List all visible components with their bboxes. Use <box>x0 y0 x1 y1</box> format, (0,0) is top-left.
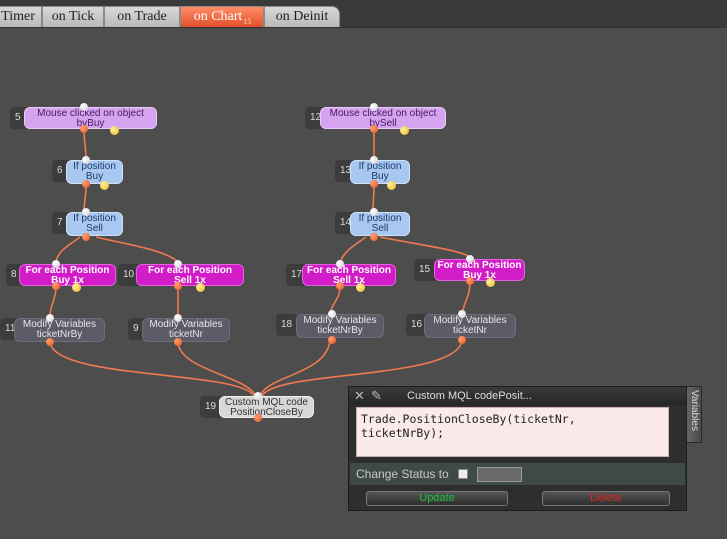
input-connector[interactable] <box>458 310 466 318</box>
false-connector[interactable] <box>196 283 205 292</box>
properties-panel: ✕ ✎ Custom MQL codePosit... Trade.Positi… <box>348 386 687 511</box>
output-connector[interactable] <box>370 180 378 188</box>
link <box>259 340 331 397</box>
output-connector[interactable] <box>80 125 88 133</box>
input-connector[interactable] <box>336 260 344 268</box>
node-box: For each Position Buy 1x <box>19 264 116 286</box>
node-sublabel: Buy <box>85 171 104 182</box>
link <box>339 236 367 263</box>
node-box: Modify Variables ticketNrBy <box>296 314 384 338</box>
output-connector[interactable] <box>370 125 378 133</box>
change-status-row: Change Status to <box>350 463 685 485</box>
node-box: For each Position Sell 1x <box>136 264 244 286</box>
link <box>379 236 471 258</box>
link <box>55 236 81 263</box>
output-connector[interactable] <box>46 338 54 346</box>
link <box>177 340 257 397</box>
node-sublabel: ticketNrBy <box>36 329 83 340</box>
node-box: For each Position Sell 1x <box>302 264 396 286</box>
output-connector[interactable] <box>174 282 182 290</box>
node-box: Custom MQL code PositionCloseBy <box>219 396 314 418</box>
change-status-input[interactable] <box>477 467 522 482</box>
input-connector[interactable] <box>466 255 474 263</box>
input-connector[interactable] <box>174 260 182 268</box>
output-connector[interactable] <box>82 180 90 188</box>
update-button[interactable]: Update <box>366 491 508 506</box>
node-sublabel: bySell <box>369 118 397 129</box>
node-box: If position Sell <box>350 212 410 236</box>
output-connector[interactable] <box>466 277 474 285</box>
change-status-label: Change Status to <box>356 467 449 481</box>
delete-button[interactable]: Delete <box>542 491 670 506</box>
false-connector[interactable] <box>100 181 109 190</box>
node-sublabel: byBuy <box>76 118 105 129</box>
node-box: Mouse clicked on object byBuy <box>24 107 157 129</box>
input-connector[interactable] <box>82 208 90 216</box>
node-box: Modify Variables ticketNr <box>142 318 230 342</box>
node-sublabel: Buy <box>371 171 389 182</box>
link <box>95 236 179 263</box>
node-sublabel: Buy 1x <box>463 270 496 281</box>
output-connector[interactable] <box>254 414 262 422</box>
output-connector[interactable] <box>52 282 60 290</box>
node-sublabel: ticketNrBy <box>317 325 363 336</box>
input-connector[interactable] <box>254 392 262 400</box>
node-sublabel: ticketNr <box>169 329 203 340</box>
input-connector[interactable] <box>46 314 54 322</box>
pin-icon[interactable]: ✎ <box>371 387 382 405</box>
false-connector[interactable] <box>400 126 409 135</box>
close-icon[interactable]: ✕ <box>354 387 365 405</box>
node-box: If position Sell <box>66 212 123 236</box>
node-sublabel: Sell 1x <box>333 275 365 286</box>
properties-title: Custom MQL codePosit... <box>407 390 532 402</box>
properties-title-bar[interactable]: ✕ ✎ Custom MQL codePosit... <box>349 387 686 405</box>
node-box: If position Buy <box>350 160 410 184</box>
node-sublabel: Sell <box>86 223 103 234</box>
node-sublabel: PositionCloseBy <box>230 407 303 418</box>
false-connector[interactable] <box>356 283 365 292</box>
node-sublabel: Sell 1x <box>174 275 206 286</box>
input-connector[interactable] <box>52 260 60 268</box>
output-connector[interactable] <box>328 336 336 344</box>
link <box>49 340 255 397</box>
input-connector[interactable] <box>370 156 378 164</box>
input-connector[interactable] <box>328 310 336 318</box>
node-box: If position Buy <box>66 160 123 184</box>
node-box: For each Position Buy 1x <box>434 259 525 281</box>
node-number: 18 <box>276 314 298 336</box>
node-sublabel: Buy 1x <box>51 275 84 286</box>
node-box: Mouse clicked on object bySell <box>320 107 446 129</box>
output-connector[interactable] <box>336 282 344 290</box>
output-connector[interactable] <box>174 338 182 346</box>
node-box: Modify Variables ticketNrBy <box>14 318 105 342</box>
input-connector[interactable] <box>174 314 182 322</box>
code-editor[interactable]: Trade.PositionCloseBy(ticketNr, ticketNr… <box>356 407 669 457</box>
change-status-checkbox[interactable] <box>458 469 468 479</box>
output-connector[interactable] <box>82 233 90 241</box>
node-sublabel: ticketNr <box>453 325 487 336</box>
variables-tab-label: Variables <box>689 390 700 431</box>
node-sublabel: Sell <box>371 223 389 234</box>
input-connector[interactable] <box>370 208 378 216</box>
false-connector[interactable] <box>110 126 119 135</box>
input-connector[interactable] <box>80 103 88 111</box>
false-connector[interactable] <box>72 283 81 292</box>
variables-tab[interactable]: Variables <box>687 386 702 443</box>
input-connector[interactable] <box>82 156 90 164</box>
input-connector[interactable] <box>370 103 378 111</box>
link <box>49 286 57 317</box>
false-connector[interactable] <box>486 278 495 287</box>
output-connector[interactable] <box>370 233 378 241</box>
false-connector[interactable] <box>387 181 396 190</box>
output-connector[interactable] <box>458 336 466 344</box>
node-box: Modify Variables ticketNr <box>424 314 516 338</box>
